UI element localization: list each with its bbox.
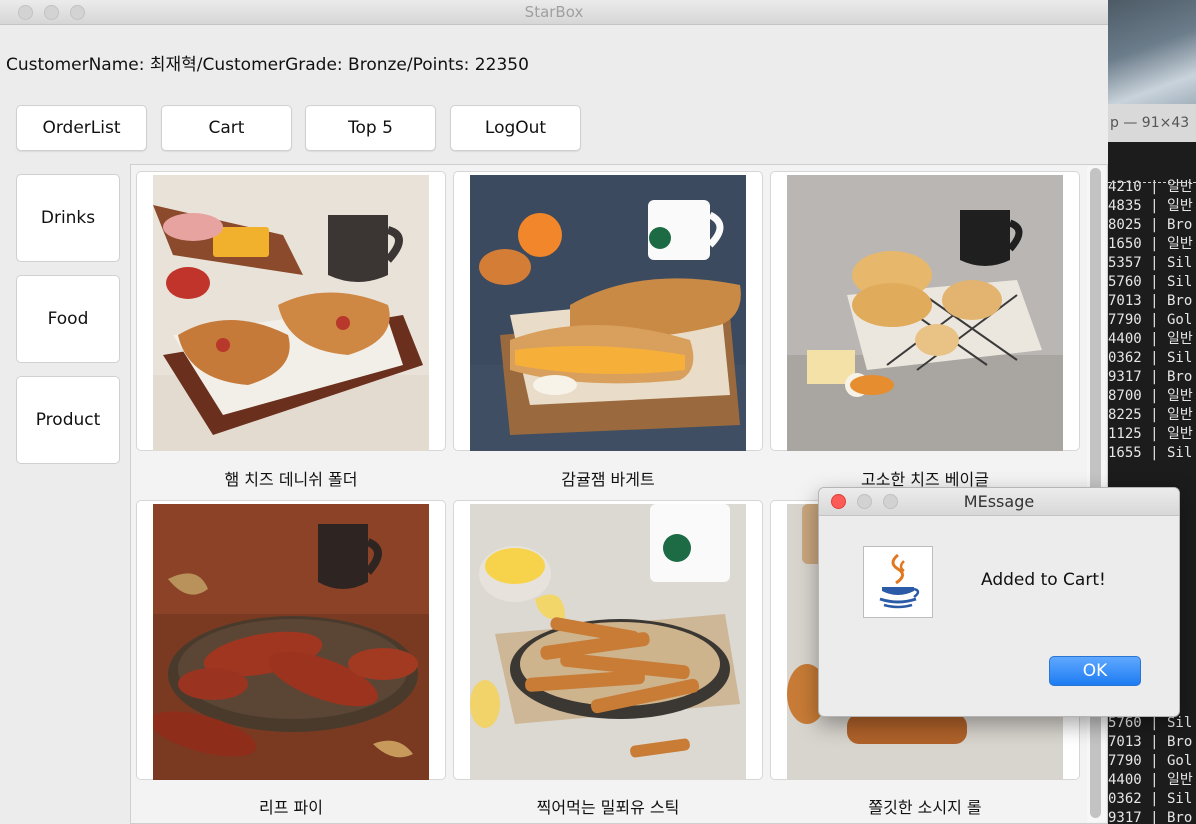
terminal-title: p — 91×43 xyxy=(1108,104,1196,142)
product-image-ham-cheese-danish xyxy=(153,175,429,451)
ok-button[interactable]: OK xyxy=(1049,656,1141,686)
product-name-2: 감귤잼 바게트 xyxy=(561,470,655,489)
drinks-category-button[interactable]: Drinks xyxy=(16,174,120,262)
terminal-output: 4210 | 일반 4835 | 일반 8025 | Bro 1650 | 일반… xyxy=(1108,179,1193,461)
customer-info-label: CustomerName: 최재혁/CustomerGrade: Bronze/… xyxy=(6,55,529,75)
logout-button[interactable]: LogOut xyxy=(450,105,581,151)
terminal-output-lower: 5760 | Sil 7013 | Bro 7790 | Gol 4400 | … xyxy=(1108,715,1193,824)
product-image-cheese-bagel xyxy=(787,175,1063,451)
food-category-button[interactable]: Food xyxy=(16,275,120,363)
product-card-cheese-bagel[interactable] xyxy=(770,171,1080,451)
desktop-background xyxy=(1108,0,1196,120)
product-image-leaf-pie xyxy=(153,504,429,780)
window-title: StarBox xyxy=(524,3,584,21)
product-name-6: 쫄깃한 소시지 롤 xyxy=(868,798,982,817)
java-coffee-icon xyxy=(863,546,933,618)
product-name-5: 찍어먹는 밀푀유 스틱 xyxy=(536,798,680,817)
dialog-titlebar: MEssage xyxy=(819,488,1179,516)
dialog-message: Added to Cart! xyxy=(981,570,1106,590)
window-titlebar: StarBox xyxy=(0,0,1108,25)
product-image-tangerine-baguette xyxy=(470,175,746,451)
product-card-tangerine-baguette[interactable] xyxy=(453,171,763,451)
product-card-ham-cheese-danish[interactable] xyxy=(136,171,446,451)
product-name-1: 햄 치즈 데니쉬 폴더 xyxy=(224,470,358,489)
product-card-leaf-pie[interactable] xyxy=(136,500,446,780)
product-category-button[interactable]: Product xyxy=(16,376,120,464)
cart-button[interactable]: Cart xyxy=(161,105,292,151)
top5-button[interactable]: Top 5 xyxy=(305,105,436,151)
product-image-millefeuille-stick xyxy=(470,504,746,780)
orderlist-button[interactable]: OrderList xyxy=(16,105,147,151)
message-dialog: MEssage Added to Cart! OK xyxy=(818,487,1180,717)
dialog-title: MEssage xyxy=(963,492,1035,511)
product-name-4: 리프 파이 xyxy=(259,798,323,817)
product-card-millefeuille-stick[interactable] xyxy=(453,500,763,780)
terminal-separator xyxy=(1108,182,1196,183)
